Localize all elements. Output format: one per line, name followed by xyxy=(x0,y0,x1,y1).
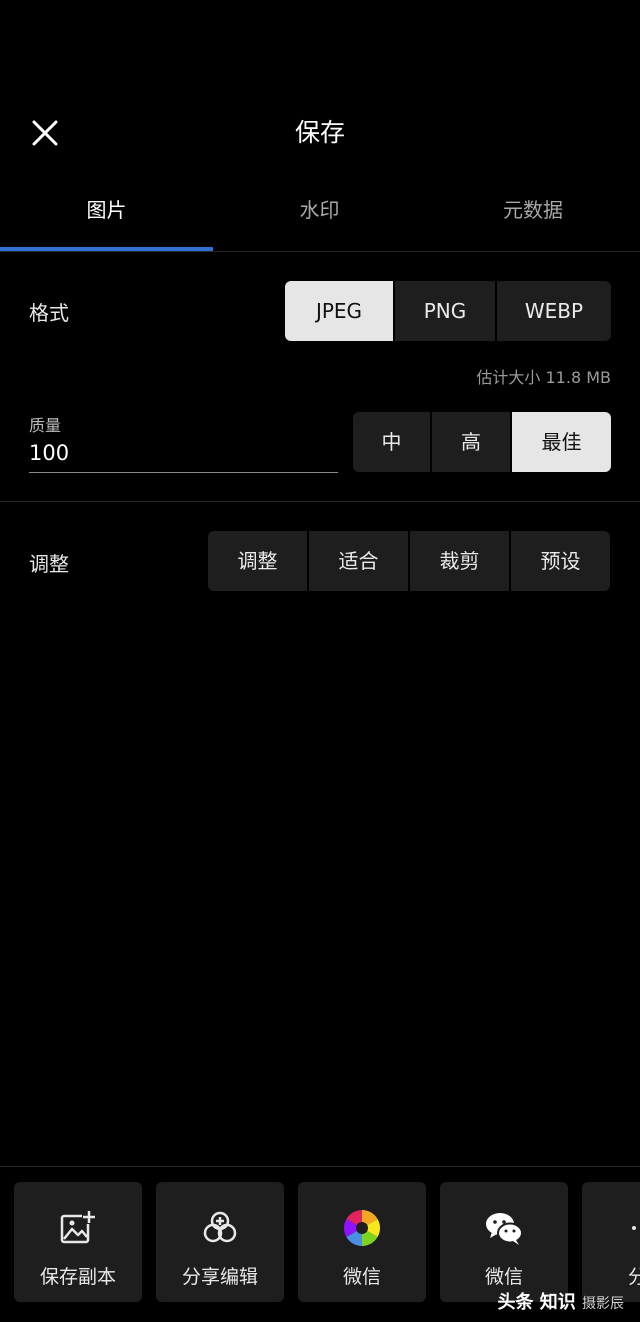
format-webp-button[interactable]: WEBP xyxy=(497,281,611,341)
adjust-label: 调整 xyxy=(29,552,69,576)
add-image-icon xyxy=(60,1210,96,1244)
wechat-label: 微信 xyxy=(484,1266,523,1288)
more-icon xyxy=(632,1226,636,1230)
format-png-button[interactable]: PNG xyxy=(395,281,495,341)
save-copy-button[interactable]: 保存副本 xyxy=(14,1182,142,1302)
wechat-button[interactable]: 微信 xyxy=(440,1182,568,1302)
more-share-label: 分 xyxy=(628,1266,640,1288)
quality-best-button[interactable]: 最佳 xyxy=(512,412,611,472)
adjust-preset-button[interactable]: 预设 xyxy=(511,531,610,591)
adjust-adjust-button[interactable]: 调整 xyxy=(208,531,307,591)
quality-input[interactable] xyxy=(29,434,338,473)
quality-label: 质量 xyxy=(29,416,62,435)
more-share-button[interactable]: 分 xyxy=(582,1182,640,1302)
tab-divider xyxy=(0,251,640,252)
wechat-moments-label: 微信 xyxy=(342,1266,381,1288)
share-edit-button[interactable]: 分享编辑 xyxy=(156,1182,284,1302)
share-edit-label: 分享编辑 xyxy=(181,1266,258,1288)
adjust-crop-button[interactable]: 裁剪 xyxy=(410,531,509,591)
wechat-moments-button[interactable]: 微信 xyxy=(298,1182,426,1302)
watermark-main: 头条 知识 xyxy=(497,1292,576,1313)
section-divider xyxy=(0,501,640,502)
page-title: 保存 xyxy=(294,118,345,147)
share-actions: 保存副本 分享编辑 微信 微信 分 xyxy=(14,1182,640,1302)
tab-metadata[interactable]: 元数据 xyxy=(426,182,640,238)
format-selector: JPEG PNG WEBP xyxy=(285,281,611,341)
share-edit-icon xyxy=(203,1211,237,1243)
watermark: 头条 知识 摄影辰 xyxy=(497,1288,624,1314)
quality-medium-button[interactable]: 中 xyxy=(353,412,430,472)
wechat-icon xyxy=(486,1213,523,1245)
watermark-small: 摄影辰 xyxy=(582,1296,624,1312)
quality-high-button[interactable]: 高 xyxy=(432,412,510,472)
quality-selector: 中 高 最佳 xyxy=(353,412,611,472)
tab-image[interactable]: 图片 xyxy=(0,182,213,238)
save-screen: 保存 图片 水印 元数据 格式 JPEG PNG WEBP 估计大小 11.8 … xyxy=(0,0,640,1322)
format-label: 格式 xyxy=(29,301,69,325)
adjust-selector: 调整 适合 裁剪 预设 xyxy=(208,531,610,591)
bottom-divider xyxy=(0,1166,640,1167)
tab-watermark[interactable]: 水印 xyxy=(213,182,426,238)
tab-bar: 图片 水印 元数据 xyxy=(0,182,640,252)
estimated-size: 估计大小 11.8 MB xyxy=(476,368,611,387)
format-jpeg-button[interactable]: JPEG xyxy=(285,281,393,341)
adjust-fit-button[interactable]: 适合 xyxy=(309,531,408,591)
aperture-icon xyxy=(343,1210,381,1246)
save-copy-label: 保存副本 xyxy=(39,1266,116,1288)
